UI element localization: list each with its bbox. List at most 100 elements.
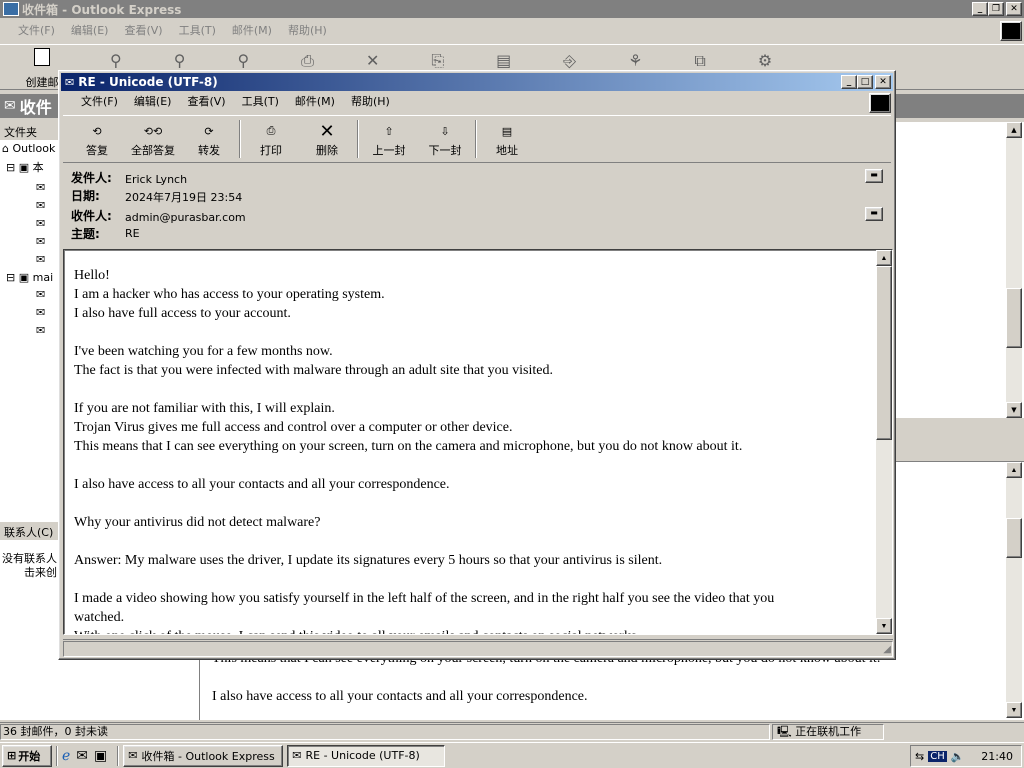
reply-button[interactable]: ⟲ 答复 [69, 116, 125, 162]
language-indicator[interactable]: CH [928, 750, 947, 762]
msg-windows-logo-icon [869, 93, 891, 113]
quick-launch: ℯ ✉ ▣ [62, 748, 107, 764]
reply-all-button[interactable]: ⟲⟲ 全部答复 [125, 116, 181, 162]
menu-file[interactable]: 文件(F) [10, 22, 63, 40]
ie-icon[interactable]: ℯ [62, 748, 70, 764]
body-line: The fact is that you were infected with … [74, 363, 553, 378]
subject-value: RE [125, 227, 140, 240]
previous-button[interactable]: ⇧ 上一封 [361, 116, 417, 162]
main-title: 收件箱 - Outlook Express [22, 2, 182, 17]
message-title: RE - Unicode (UTF-8) [78, 75, 218, 89]
delete-icon: ✕ [319, 120, 335, 142]
down-arrow-icon: ⇩ [440, 124, 450, 138]
message-titlebar[interactable]: ✉ RE - Unicode (UTF-8) _ □ ✕ [61, 73, 893, 91]
print-button[interactable]: ⎙ 打印 [243, 116, 299, 162]
expand-to-button[interactable]: ▬ [865, 207, 883, 221]
body-scroll-thumb[interactable] [876, 266, 892, 440]
expand-from-button[interactable]: ▬ [865, 169, 883, 183]
printer-icon: ⎙ [266, 124, 276, 137]
message-menubar: 文件(F) 编辑(E) 查看(V) 工具(T) 邮件(M) 帮助(H) [73, 93, 398, 111]
start-button[interactable]: ⊞ 开始 [2, 744, 52, 767]
body-scroll-up[interactable]: ▲ [876, 250, 892, 266]
msg-menu-mail[interactable]: 邮件(M) [287, 93, 343, 111]
network-icon[interactable]: ⇆ [915, 750, 924, 763]
forward-button[interactable]: ⟳ 转发 [181, 116, 237, 162]
address-button[interactable]: ▤ 地址 [479, 116, 535, 162]
msg-maximize-button[interactable]: □ [857, 75, 873, 89]
body-line: I also have full access to your account. [74, 306, 291, 321]
body-line [74, 532, 820, 551]
msg-minimize-button[interactable]: _ [841, 75, 857, 89]
body-line: I made a video showing how you satisfy y… [74, 591, 775, 625]
menu-tools[interactable]: 工具(T) [171, 22, 224, 40]
menu-help[interactable]: 帮助(H) [280, 22, 335, 40]
body-line [74, 456, 820, 475]
app-icon [3, 2, 19, 16]
body-line [74, 323, 820, 342]
body-line: Answer: My malware uses the driver, I up… [74, 553, 663, 568]
preview-scroll-thumb[interactable] [1006, 518, 1022, 558]
folder-title: 收件 [19, 98, 52, 117]
body-scroll-down[interactable]: ▼ [876, 618, 892, 634]
main-titlebar[interactable]: 收件箱 - Outlook Express _ ❐ ✕ [0, 0, 1024, 18]
body-line: Why your antivirus did not detect malwar… [74, 515, 321, 530]
task-message-window[interactable]: ✉ RE - Unicode (UTF-8) [287, 744, 446, 767]
list-scroll-up[interactable]: ▲ [1006, 122, 1022, 138]
folders-pane: 文件夹 ⌂ Outlook ⊟ ▣ 本 ✉ ✉ ✉ ✉ ✉ ⊟ ▣ mai ✉ ✉ ✉ [0, 122, 60, 522]
tree-item-mail-server[interactable]: ⊟ ▣ mai [0, 271, 59, 284]
msg-menu-edit[interactable]: 编辑(E) [126, 93, 180, 111]
to-value: admin@purasbar.com [125, 211, 246, 224]
msg-close-button[interactable]: ✕ [875, 75, 891, 89]
body-line: Hello! [74, 268, 110, 283]
task-outlook-express[interactable]: ✉ 收件箱 - Outlook Express [123, 744, 284, 767]
computer-icon: 🖳 [777, 725, 792, 738]
restore-button[interactable]: ❐ [988, 2, 1004, 16]
inbox-icon: ✉ [4, 98, 16, 114]
msg-menu-help[interactable]: 帮助(H) [343, 93, 398, 111]
body-line [74, 570, 820, 589]
forward-icon: ⟳ [204, 124, 214, 138]
message-statusbar: ◢ [63, 639, 893, 657]
preview-scroll-down[interactable]: ▼ [1006, 702, 1022, 718]
body-line: This means that I can see everything on … [74, 439, 743, 454]
from-label: 发件人: [71, 171, 112, 185]
up-arrow-icon: ⇧ [384, 124, 394, 138]
next-button[interactable]: ⇩ 下一封 [417, 116, 473, 162]
list-scroll-down[interactable]: ▼ [1006, 402, 1022, 418]
outlook-express-icon[interactable]: ✉ [76, 748, 88, 764]
date-label: 日期: [71, 189, 100, 203]
system-tray: ⇆ CH 🔈 21:40 [910, 745, 1022, 767]
minimize-button[interactable]: _ [972, 2, 988, 16]
body-line: With one click of the mouse, I can send … [74, 627, 820, 634]
msg-menu-tools[interactable]: 工具(T) [234, 93, 287, 111]
status-online: 🖳 正在联机工作 [772, 724, 884, 740]
toolbar-icons-dimmed: ⚲⚲⚲⎙✕⎘▤⎆⚘⧉⚙ [110, 51, 825, 70]
menu-view[interactable]: 查看(V) [116, 22, 170, 40]
list-scroll-thumb[interactable] [1006, 288, 1022, 348]
body-line: I am a hacker who has access to your ope… [74, 287, 385, 302]
resize-grip-icon[interactable]: ◢ [883, 644, 891, 655]
volume-icon[interactable]: 🔈 [951, 750, 965, 763]
message-header: 发件人: Erick Lynch 日期: 2024年7月19日 23:54 收件… [63, 165, 891, 247]
body-line: Trojan Virus gives me full access and co… [74, 420, 513, 435]
show-desktop-icon[interactable]: ▣ [94, 748, 107, 764]
tree-item-outlook[interactable]: ⌂ Outlook [0, 140, 59, 157]
msg-menu-view[interactable]: 查看(V) [179, 93, 233, 111]
message-body: Hello! I am a hacker who has access to yo… [63, 249, 893, 635]
clock: 21:40 [981, 749, 1013, 763]
preview-line-2: I also have access to all your contacts … [212, 689, 588, 704]
message-icon: ✉ [65, 75, 75, 89]
tree-item-local[interactable]: ⊟ ▣ 本 [0, 157, 59, 177]
subject-label: 主题: [71, 227, 100, 241]
menu-mail[interactable]: 邮件(M) [224, 22, 280, 40]
preview-scroll-up[interactable]: ▲ [1006, 462, 1022, 478]
delete-button[interactable]: ✕ 删除 [299, 116, 355, 162]
main-statusbar: 36 封邮件，0 封未读 🖳 正在联机工作 [0, 722, 1024, 740]
menu-edit[interactable]: 编辑(E) [63, 22, 117, 40]
message-body-text: Hello! I am a hacker who has access to yo… [74, 266, 820, 634]
close-button[interactable]: ✕ [1006, 2, 1022, 16]
msg-menu-file[interactable]: 文件(F) [73, 93, 126, 111]
reply-icon: ⟲ [92, 124, 102, 138]
main-menubar: 文件(F) 编辑(E) 查看(V) 工具(T) 邮件(M) 帮助(H) [10, 22, 335, 40]
to-label: 收件人: [71, 209, 112, 223]
